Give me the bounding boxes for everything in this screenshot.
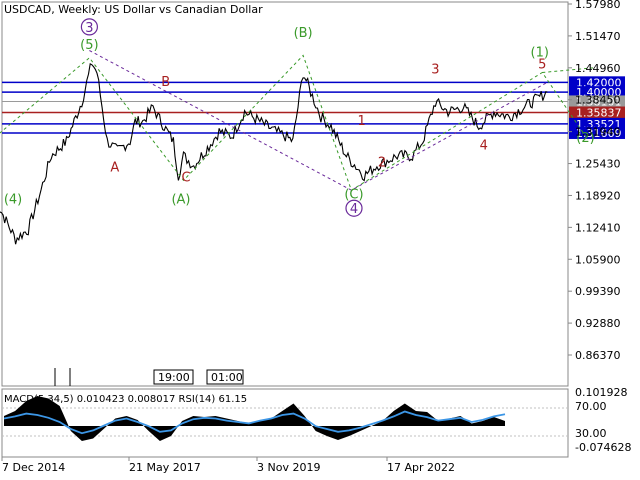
wave-label: 3: [85, 21, 93, 36]
price-axis: 1.57980 1.51470 1.44960 1.38450 1.31940 1.254…: [568, 0, 621, 362]
chart-header: USDCAD, Weekly: US Dollar vs Canadian Do…: [4, 3, 263, 16]
wave-label: A: [110, 161, 119, 176]
time-markers: 19:00 01:00: [54, 368, 244, 386]
indicator-header: MACD(5,34,5) 0.010423 0.008017 RSI(14) 6…: [4, 394, 248, 405]
wave-label: 4: [480, 138, 488, 153]
x-tick-label: 21 May 2017: [129, 461, 201, 474]
wave-label: (B): [294, 26, 313, 41]
wave-label: 2: [378, 156, 386, 171]
horizontal-levels: 1.420001.400001.381011.358371.335211.316…: [2, 76, 625, 140]
y-tick-label: 1.18920: [575, 189, 621, 202]
wave-label: B: [161, 75, 170, 90]
y-tick-label: 0.86370: [575, 349, 621, 362]
wave-label: C: [182, 170, 191, 185]
chart-canvas: 1.420001.400001.381011.358371.335211.316…: [0, 0, 631, 474]
y-tick-label: 1.38450: [575, 94, 621, 107]
indicator-tick-label: 0.101928: [575, 386, 628, 399]
wave-label: (4): [4, 192, 22, 207]
time-axis: 7 Dec 2014 21 May 2017 3 Nov 2019 17 Apr 20…: [1, 457, 455, 474]
x-tick-label: 3 Nov 2019: [257, 461, 320, 474]
wave-label: 4: [350, 202, 358, 217]
wave-label: 3: [431, 63, 439, 78]
price-line: [0, 63, 548, 245]
wave-label: (A): [171, 192, 190, 207]
y-tick-label: 1.31940: [575, 126, 621, 139]
wave-path: [89, 50, 548, 191]
time-marker-label: 01:00: [211, 371, 243, 384]
wave-label: (5): [80, 38, 98, 53]
time-marker-label: 19:00: [158, 371, 190, 384]
wave-labels: 3(5)(3)(4)ABC(A)(B)(C)41234(1)5(2): [4, 18, 595, 217]
y-tick-label: 1.12410: [575, 221, 621, 234]
y-tick-label: 0.92880: [575, 317, 621, 330]
wave-label: 5: [538, 58, 546, 73]
indicator-axis: 0.10192870.00 30.00-0.074628: [575, 386, 631, 454]
symbol: USDCAD: [4, 3, 52, 16]
y-tick-label: 1.44960: [575, 62, 621, 75]
y-tick-label: 1.57980: [575, 0, 621, 11]
price-series: [0, 63, 548, 245]
y-tick-label: 1.05900: [575, 253, 621, 266]
indicator-tick-label: 30.00: [575, 427, 607, 440]
indicator-tick-label: 70.00: [575, 400, 607, 413]
y-tick-label: 0.99390: [575, 285, 621, 298]
wave-label: 1: [357, 114, 365, 129]
y-tick-label: 1.51470: [575, 30, 621, 43]
x-tick-label: 7 Dec 2014: [2, 461, 65, 474]
instrument-description: US Dollar vs Canadian Dollar: [104, 3, 263, 16]
indicator-tick-label: -0.074628: [575, 441, 631, 454]
y-tick-label: 1.25430: [575, 158, 621, 171]
x-tick-label: 17 Apr 2022: [387, 461, 455, 474]
timeframe: Weekly: [58, 3, 98, 16]
